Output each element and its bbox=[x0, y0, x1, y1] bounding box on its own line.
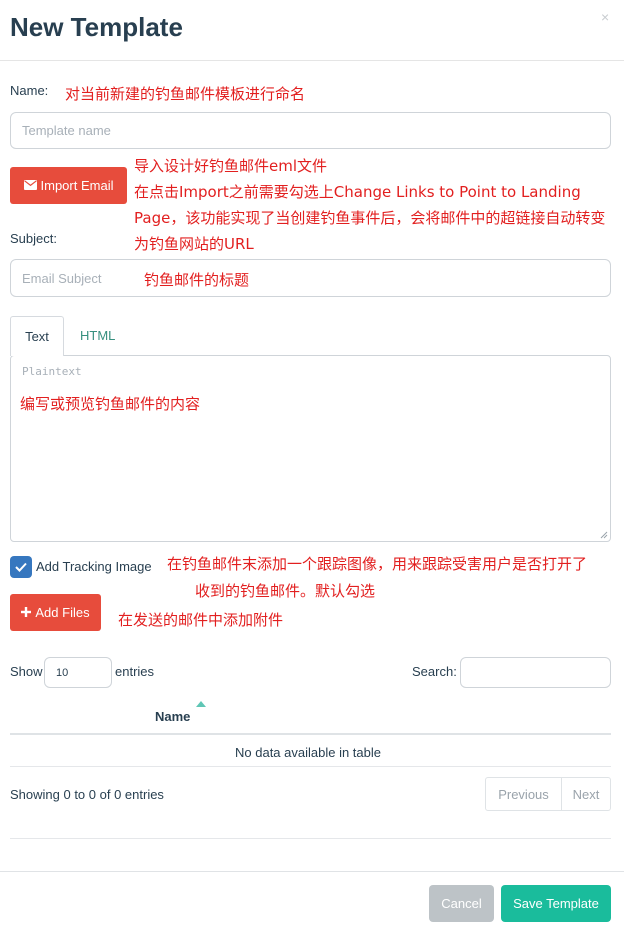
import-annotation-line-3: Page，该功能实现了当创建钓鱼事件后，会将邮件中的超链接自动转变 bbox=[134, 209, 606, 227]
body-annotation: 编写或预览钓鱼邮件的内容 bbox=[20, 395, 201, 413]
import-email-button[interactable]: Import Email bbox=[10, 167, 127, 204]
table-empty-message: No data available in table bbox=[235, 745, 381, 760]
tab-text[interactable]: Text bbox=[10, 316, 64, 356]
modal-title: New Template bbox=[10, 12, 183, 42]
subject-label: Subject: bbox=[10, 231, 57, 246]
table-header-divider bbox=[10, 733, 611, 735]
subject-annotation: 钓鱼邮件的标题 bbox=[144, 271, 250, 289]
table-row-divider bbox=[10, 766, 611, 767]
email-subject-input[interactable]: Email Subject bbox=[10, 259, 611, 297]
envelope-icon bbox=[23, 178, 37, 193]
email-subject-placeholder: Email Subject bbox=[22, 270, 102, 286]
previous-page-button[interactable]: Previous bbox=[486, 778, 562, 810]
column-header-name[interactable]: Name bbox=[155, 709, 190, 724]
checkmark-icon bbox=[15, 562, 27, 572]
entries-select-value: 10 bbox=[56, 666, 69, 679]
name-label: Name: bbox=[10, 83, 49, 98]
tab-text-label: Text bbox=[25, 329, 49, 344]
import-email-label: Import Email bbox=[40, 178, 114, 193]
table-search-input[interactable] bbox=[460, 657, 611, 688]
search-label: Search: bbox=[412, 664, 457, 679]
add-files-button[interactable]: Add Files bbox=[10, 594, 101, 631]
tracking-annotation-line-1: 在钓鱼邮件末添加一个跟踪图像，用来跟踪受害用户是否打开了 bbox=[167, 555, 588, 573]
tracking-image-checkbox[interactable] bbox=[10, 556, 32, 578]
cancel-button[interactable]: Cancel bbox=[429, 885, 494, 922]
template-name-input[interactable]: Template name bbox=[10, 112, 611, 149]
plus-icon bbox=[21, 605, 32, 620]
email-body-textarea[interactable]: Plaintext bbox=[10, 355, 611, 542]
content-divider bbox=[10, 838, 611, 839]
entries-label: entries bbox=[115, 664, 155, 679]
template-name-placeholder: Template name bbox=[22, 123, 111, 138]
tab-html[interactable]: HTML bbox=[80, 328, 115, 343]
resize-handle-icon[interactable] bbox=[600, 531, 608, 539]
close-icon[interactable]: × bbox=[601, 9, 609, 25]
pagination: Previous Next bbox=[485, 777, 611, 811]
show-label: Show bbox=[10, 664, 43, 679]
email-body-placeholder: Plaintext bbox=[22, 365, 82, 378]
save-template-button[interactable]: Save Template bbox=[501, 885, 611, 922]
files-annotation: 在发送的邮件中添加附件 bbox=[118, 611, 284, 629]
header-divider bbox=[0, 60, 624, 61]
footer-divider bbox=[0, 871, 624, 872]
tracking-image-label: Add Tracking Image bbox=[36, 559, 152, 574]
import-annotation-line-4: 为钓鱼网站的URL bbox=[134, 235, 254, 253]
import-annotation-line-2: 在点击Import之前需要勾选上Change Links to Point to… bbox=[134, 183, 581, 201]
import-annotation-line-1: 导入设计好钓鱼邮件eml文件 bbox=[134, 157, 328, 175]
table-info: Showing 0 to 0 of 0 entries bbox=[10, 787, 164, 802]
next-page-button[interactable]: Next bbox=[562, 778, 610, 810]
sort-asc-icon[interactable] bbox=[196, 701, 206, 707]
tracking-annotation-line-2: 收到的钓鱼邮件。默认勾选 bbox=[195, 582, 376, 600]
add-files-label: Add Files bbox=[35, 605, 90, 620]
entries-select[interactable]: 10 bbox=[44, 657, 112, 688]
name-annotation: 对当前新建的钓鱼邮件模板进行命名 bbox=[65, 85, 306, 103]
